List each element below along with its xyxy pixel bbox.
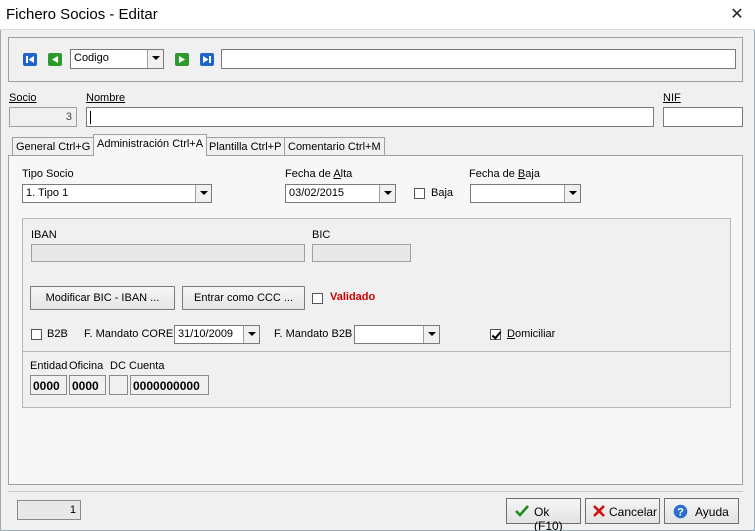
first-record-icon[interactable] (23, 53, 37, 66)
close-button[interactable]: ✕ (723, 3, 751, 27)
dc-field[interactable] (109, 375, 128, 395)
check-icon (514, 504, 530, 521)
ok-button[interactable]: Ok (F10) (506, 498, 581, 531)
mandato-b2b-label: F. Mandato B2B (274, 328, 353, 340)
fecha-alta-value: 03/02/2015 (289, 187, 345, 199)
help-icon: ? (673, 504, 688, 522)
footer-divider (8, 491, 743, 492)
tipo-socio-select[interactable]: 1. Tipo 1 (22, 184, 212, 203)
fecha-alta-select[interactable]: 03/02/2015 (285, 184, 396, 203)
cuenta-field[interactable]: 0000000000 (130, 375, 209, 395)
entidad-label: Entidad (30, 360, 68, 372)
entidad-field[interactable]: 0000 (30, 375, 67, 395)
cancel-x-icon (592, 504, 606, 521)
window-title: Fichero Socios - Editar (6, 6, 158, 23)
search-input[interactable] (221, 49, 736, 69)
ccc-divider (22, 351, 731, 352)
validado-checkbox[interactable] (312, 293, 323, 304)
text-cursor (90, 111, 91, 124)
tab-administracion[interactable]: Administración Ctrl+A (93, 134, 208, 156)
cancel-button[interactable]: Cancelar (585, 498, 660, 524)
modificar-bic-iban-button[interactable]: Modificar BIC - IBAN ... (30, 286, 175, 310)
chevron-down-icon (564, 185, 580, 202)
fecha-baja-label: Fecha de Baja (469, 168, 540, 180)
record-count: 1 (17, 500, 81, 520)
chevron-down-icon (423, 326, 439, 343)
mandato-core-value: 31/10/2009 (178, 328, 234, 340)
previous-record-icon[interactable] (48, 53, 62, 66)
mandato-core-label: F. Mandato CORE (84, 328, 174, 340)
field-select[interactable]: Codigo (70, 49, 164, 69)
tab-comentario[interactable]: Comentario Ctrl+M (284, 137, 385, 156)
baja-label: Baja (431, 187, 454, 199)
oficina-field[interactable]: 0000 (69, 375, 106, 395)
iban-field[interactable] (31, 244, 305, 262)
chevron-down-icon (195, 185, 211, 202)
mandato-core-select[interactable]: 31/10/2009 (174, 325, 260, 344)
nif-field[interactable] (663, 107, 743, 127)
fecha-baja-select[interactable] (470, 184, 581, 203)
socio-field[interactable]: 3 (9, 107, 77, 127)
dc-label: DC (110, 360, 126, 372)
domiciliar-checkbox[interactable] (490, 329, 501, 340)
oficina-label: Oficina (69, 360, 104, 372)
fecha-alta-label: Fecha de Alta (285, 168, 353, 180)
entrar-como-ccc-button[interactable]: Entrar como CCC ... (182, 286, 305, 310)
svg-text:?: ? (677, 507, 684, 519)
nif-label: NIF (663, 92, 681, 104)
nombre-field[interactable] (86, 107, 654, 127)
field-select-value: Codigo (74, 52, 109, 64)
tab-general[interactable]: General Ctrl+G (12, 137, 95, 156)
administracion-panel: Tipo Socio 1. Tipo 1 Fecha de Alta 03/02… (8, 155, 743, 485)
next-record-icon[interactable] (175, 53, 189, 66)
iban-label: IBAN (31, 229, 57, 241)
tipo-socio-label: Tipo Socio (22, 168, 74, 180)
tipo-socio-value: 1. Tipo 1 (26, 187, 69, 199)
chevron-down-icon (147, 50, 163, 68)
chevron-down-icon (243, 326, 259, 343)
validado-label: Validado (330, 291, 376, 303)
baja-checkbox[interactable] (414, 188, 425, 199)
chevron-down-icon (379, 185, 395, 202)
tab-plantilla[interactable]: Plantilla Ctrl+P (205, 137, 286, 156)
nombre-label: Nombre (86, 92, 126, 104)
b2b-label: B2B (47, 328, 68, 340)
last-record-icon[interactable] (200, 53, 214, 66)
domiciliar-label: Domiciliar (507, 328, 556, 340)
mandato-b2b-select[interactable] (354, 325, 440, 344)
ok-button-label: Ok (F10) (534, 505, 563, 531)
help-button-label: Ayuda (695, 505, 729, 519)
cuenta-label: Cuenta (129, 360, 165, 372)
b2b-checkbox[interactable] (31, 329, 42, 340)
help-button[interactable]: ? Ayuda (664, 498, 739, 524)
cancel-button-label: Cancelar (609, 505, 658, 519)
socio-label: Socio (9, 92, 37, 104)
bic-label: BIC (312, 229, 331, 241)
bic-field[interactable] (312, 244, 411, 262)
